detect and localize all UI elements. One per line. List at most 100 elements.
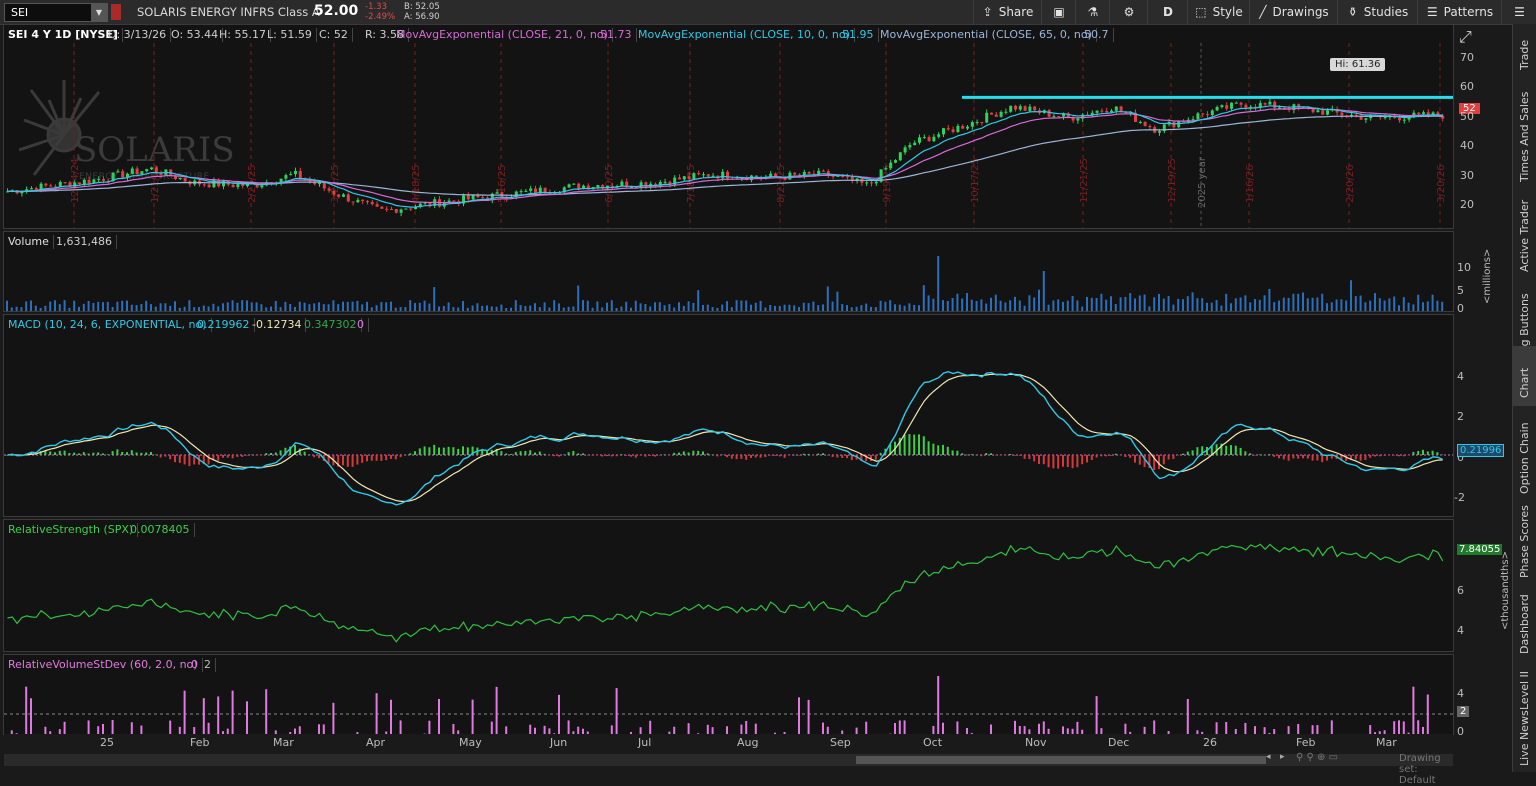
chart-scrollbar[interactable]: ◂ ▸ ⚲ ⚲ ⊕ ▭ Drawing set: Default [4,754,1453,766]
macd-histogram-bar [817,454,819,455]
volume-bar [1268,289,1270,311]
ema65-label[interactable]: MovAvgExponential (CLOSE, 65, 0, no) [876,28,1097,42]
rvol-bar [140,726,142,734]
macd-pane[interactable]: MACD (10, 24, 6, EXPONENTIAL, no) 0.2199… [3,314,1454,517]
style-button[interactable]: ⬚Style [1187,0,1250,24]
candle-body [1148,126,1151,127]
volume-chart-area[interactable] [4,251,1453,311]
beaker-button[interactable]: ⚗ [1075,0,1110,24]
volume-bar [1139,295,1141,311]
relative-volume-pane[interactable]: RelativeVolumeStDev (60, 2.0, no) 0 2 4 … [3,654,1454,735]
candle-body [913,143,916,145]
macd-histogram-bar [808,454,810,455]
chart-tools-icon[interactable]: ⤢ [1459,27,1472,47]
y-tick: -2 [1454,491,1465,504]
macd-histogram-bar [956,451,958,455]
volume-bar [1340,299,1342,311]
tab-dashboard[interactable]: Dashboard [1513,584,1536,660]
macd-histogram-bar [568,452,570,455]
macd-chart-area[interactable] [4,334,1453,516]
volume-bar [1100,294,1102,311]
volume-bar [328,304,330,311]
ohlc-close: C: 52 [315,28,353,42]
volume-bar [332,300,334,311]
macd-histogram-bar [668,455,670,456]
snapshot-button[interactable]: ▣ [1041,0,1076,24]
candle-body [870,182,873,183]
volume-pane[interactable]: Volume 1,631,486 10 5 0 <millions> [3,231,1454,312]
aggregation-button[interactable]: D [1147,0,1188,24]
candle-body [976,122,979,123]
symbol-dropdown-icon[interactable]: ▼ [91,4,107,21]
tab-level-ii[interactable]: Level II [1513,660,1536,716]
tab-trade[interactable]: Trade [1513,30,1536,94]
price-pane[interactable]: SEI 4 Y 1D [NYSE] D: 3/13/26 O: 53.44 H:… [3,24,1454,229]
tab-phase-scores[interactable]: Phase Scores [1513,498,1536,584]
volume-bar [1168,296,1170,311]
volume-bar [630,308,632,311]
macd-histogram-bar [1115,454,1117,455]
menu-button[interactable]: ☰ [1501,0,1536,24]
drawings-button[interactable]: ╱Drawings [1249,0,1338,24]
rvol-bar [496,687,498,734]
rvol-bar [568,720,570,734]
patterns-button[interactable]: ☰Patterns [1417,0,1502,24]
rvol-bar [1076,722,1078,734]
macd-histogram-bar [347,455,349,467]
rvol-bar [246,701,248,734]
volume-bar [64,300,66,311]
tab-times-and-sales[interactable]: Times And Sales [1513,94,1536,189]
rs-chart-area[interactable] [4,539,1453,651]
scroll-right-icon[interactable]: ▸ [1280,752,1285,762]
candle-body [692,173,695,179]
macd-histogram-bar [500,451,502,455]
macd-histogram-bar [726,455,728,457]
time-axis[interactable]: 25FebMarAprMayJunJulAugSepOctNovDec26Feb… [4,734,1453,752]
volume-bar [611,300,613,311]
candle-body [1278,108,1281,109]
ema10-label[interactable]: MovAvgExponential (CLOSE, 10, 0, no) [634,28,855,42]
symbol-text: SEI [11,6,28,19]
rvol-bar [1038,724,1040,734]
volume-bar [1158,294,1160,311]
scroll-left-icon[interactable]: ◂ [1266,752,1271,762]
macd-histogram-bar [356,455,358,465]
relative-strength-pane[interactable]: RelativeStrength (SPX) 0.0078405 6 4 7.8… [3,519,1454,652]
candle-body [131,169,134,174]
rvol-chart-area[interactable] [4,674,1453,734]
symbol-link-flag-icon[interactable] [111,4,121,20]
rvol-bar [904,720,906,734]
volume-bar [774,306,776,311]
volume-bar [193,307,195,311]
tab-chart[interactable]: Chart [1513,346,1536,406]
macd-histogram-bar [616,455,618,456]
candle-body [1028,107,1031,111]
event-label: 6/20/25 [604,164,615,203]
tab-active-trader[interactable]: Active Trader [1513,189,1536,279]
candle-body [572,184,575,185]
macd-histogram-bar [380,455,382,461]
rvol-bar [1288,726,1290,734]
ema21-label[interactable]: MovAvgExponential (CLOSE, 21, 0, no) [392,28,613,42]
tab-live-news[interactable]: Live News [1513,716,1536,772]
volume-bar [107,302,109,311]
volume-bar [697,290,699,311]
price-chart-area[interactable]: 12/24/241/21/252/21/253/21/254/18/255/16… [4,43,1453,228]
settings-button[interactable]: ⚙ [1109,0,1148,24]
volume-bar [784,305,786,311]
zoom-icons[interactable]: ⚲ ⚲ ⊕ ▭ [1296,752,1338,763]
candle-body [1316,110,1319,112]
share-button[interactable]: ⇪Share [973,0,1042,24]
tab-option-chain[interactable]: Option Chain [1513,406,1536,498]
y-tick: 4 [1457,687,1464,700]
y-tick: 5 [1457,284,1464,297]
volume-bar [678,302,680,311]
symbol-input[interactable]: SEI ▼ [4,3,108,22]
macd-histogram-bar [1436,452,1438,455]
candle-body [78,183,81,185]
studies-button[interactable]: ⚱Studies [1337,0,1418,24]
macd-histogram-bar [1240,448,1242,455]
rvol-bar [611,725,613,734]
scrollbar-thumb[interactable] [856,756,1266,764]
macd-histogram-bar [515,452,517,455]
